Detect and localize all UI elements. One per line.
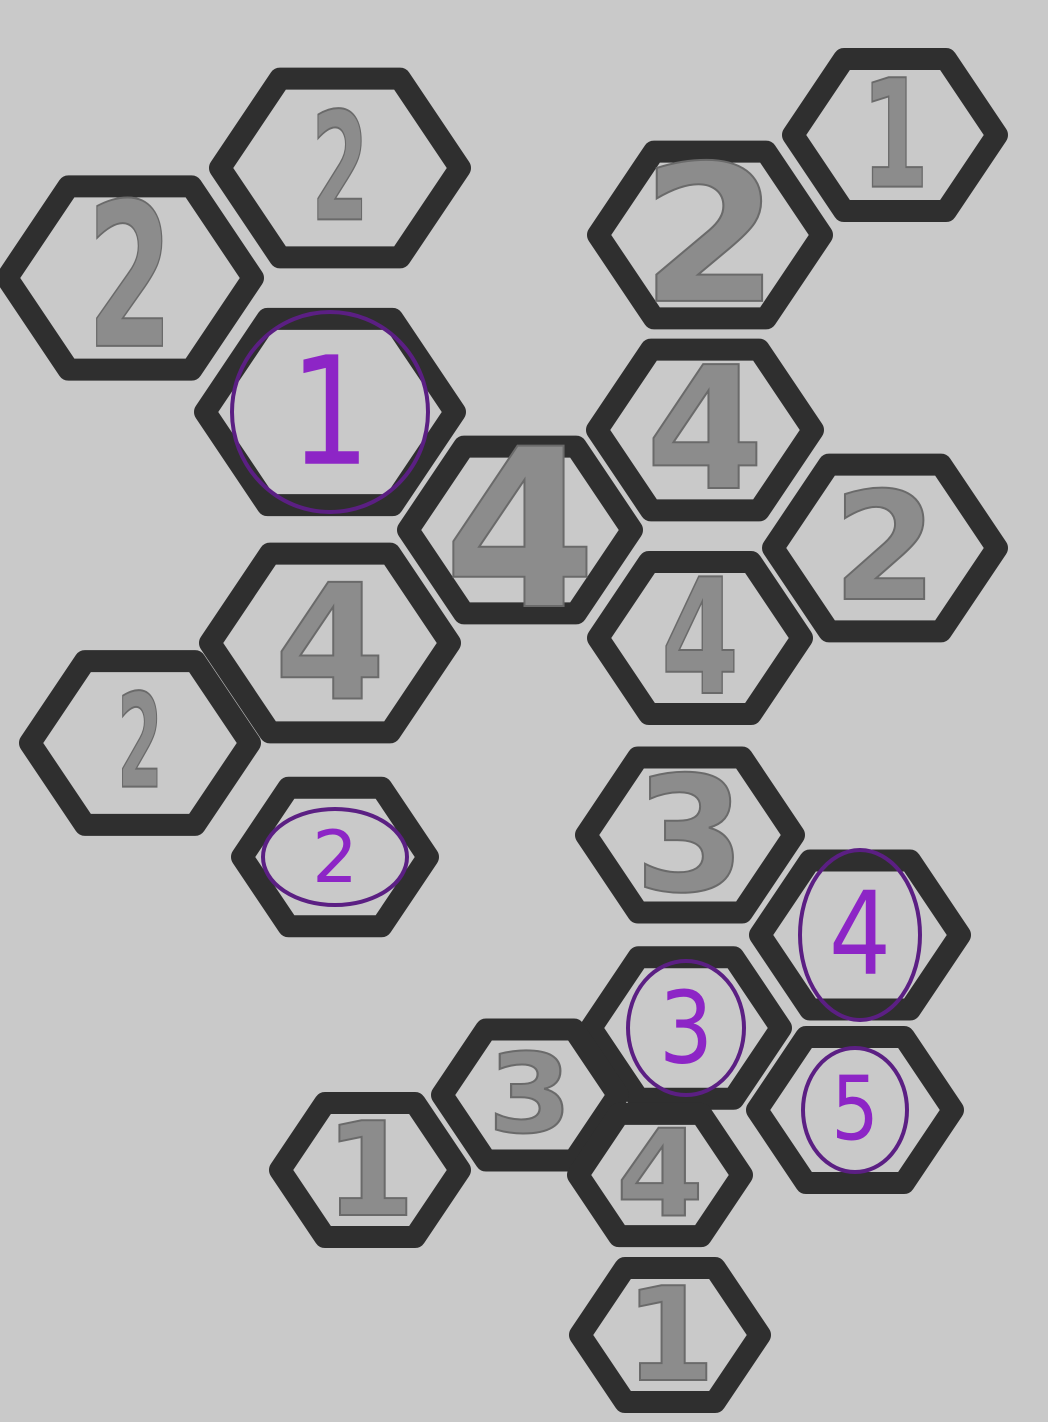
clue-number: 2 [117,668,162,819]
hex-cell[interactable]: 4 [567,1102,753,1248]
clue-number: 2 [641,124,780,345]
clue-number: 3 [488,1031,572,1158]
hex-cell[interactable]: 3 [575,741,805,930]
marked-number: 2 [312,815,358,899]
hex-cell[interactable]: 2 [762,453,1008,643]
hex-cell[interactable]: 1 [569,1257,771,1413]
clue-number: 2 [311,81,368,256]
hex-cell[interactable]: 5 [746,1026,964,1194]
clue-number: 4 [616,1105,704,1244]
marked-number: 1 [289,325,370,500]
hex-cell[interactable]: 4 [199,542,461,744]
hex-cell[interactable]: 4 [587,544,813,732]
clue-number: 3 [634,742,745,929]
hex-cell[interactable]: 1 [194,307,466,517]
clue-number: 4 [443,402,596,658]
clue-number: 1 [861,48,929,222]
hex-cell[interactable]: 2 [231,776,439,938]
clue-number: 2 [87,162,173,394]
hex-cell[interactable]: 2 [209,67,471,269]
hex-cell[interactable]: 4 [586,330,824,530]
clue-number: 1 [325,1094,415,1246]
clue-number: 4 [274,550,385,737]
clue-number: 4 [646,331,764,529]
clue-number: 4 [661,545,739,732]
hex-cell[interactable]: 2 [19,650,261,836]
hex-cell[interactable]: 1 [269,1092,471,1248]
marked-number: 5 [831,1059,879,1161]
hex-cell[interactable]: 2 [587,123,833,347]
marked-number: 3 [659,970,713,1086]
hex-cell[interactable]: 4 [749,848,971,1022]
hex-puzzle-board: 2 21422412424343531 41 [0,47,1008,1413]
clue-number: 1 [625,1259,715,1411]
clue-number: 2 [833,461,937,635]
marked-number: 4 [829,868,891,1002]
hex-cell[interactable]: 1 [782,47,1008,223]
hex-cell[interactable]: 2 [0,161,264,395]
